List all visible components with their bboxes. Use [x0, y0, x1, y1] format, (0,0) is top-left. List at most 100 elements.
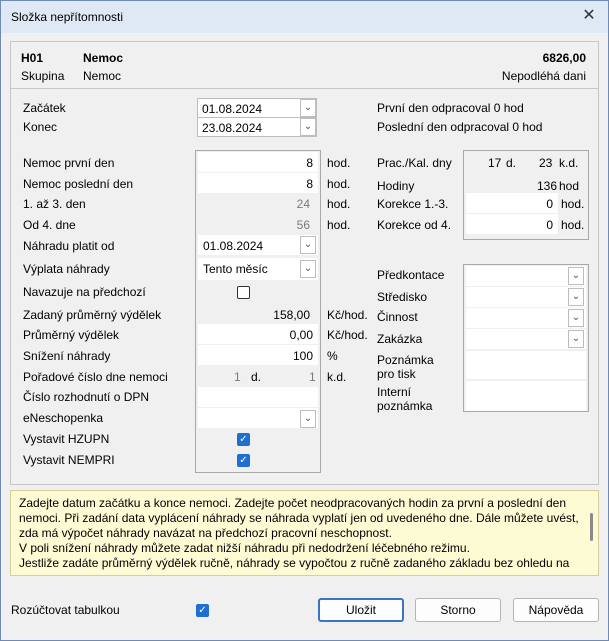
help-line: nemoci. Při zadání data vyplácení náhrad… — [19, 511, 579, 525]
seq-label: Pořadové číslo dne nemoci — [23, 370, 168, 384]
stredisko-label: Středisko — [377, 290, 428, 304]
dialog-window: Složka nepřítomnosti ✕ H01 Nemoc 6826,00… — [0, 0, 609, 641]
reduction-input[interactable]: 100 — [198, 345, 318, 365]
internal-note-input[interactable] — [466, 381, 586, 411]
chevron-down-icon[interactable]: ⌄ — [568, 330, 584, 348]
print-note-input[interactable] — [466, 351, 586, 379]
hzupn-checkbox[interactable]: ✓ — [237, 433, 250, 446]
absence-code: H01 — [21, 51, 44, 65]
corr13-label: Korekce 1.-3. — [377, 197, 449, 211]
group-value: Nemoc — [83, 69, 122, 83]
prac-unit: d. — [506, 156, 517, 170]
avg-label: Průměrný výdělek — [23, 328, 120, 342]
days13-value: 24 — [296, 197, 310, 211]
avg-unit: Kč/hod. — [327, 328, 368, 342]
hours-value: 136 — [537, 179, 558, 193]
hzupn-label: Vystavit HZUPN — [23, 432, 110, 446]
start-label: Začátek — [23, 101, 66, 115]
first-day-label: Nemoc první den — [23, 156, 115, 170]
hours-unit: hod — [559, 179, 580, 193]
dpn-label: Číslo rozhodnutí o DPN — [23, 390, 150, 404]
prac-label: Prac./Kal. dny — [377, 156, 452, 170]
kal-value: 23 — [539, 156, 553, 170]
absence-name: Nemoc — [83, 51, 124, 65]
absence-amount: 6826,00 — [542, 51, 586, 65]
internal-note-label-1: Interní — [377, 385, 412, 399]
kal-unit: k.d. — [559, 156, 579, 170]
help-line: V poli snížení náhrady můžete zadat nižš… — [19, 541, 470, 555]
reduction-unit: % — [327, 349, 338, 363]
help-text-panel: Zadejte datum začátku a konce nemoci. Za… — [10, 490, 599, 576]
main-panel: H01 Nemoc 6826,00 Skupina Nemoc Nepodléh… — [10, 41, 599, 485]
help-line: Jestliže zadáte průměrný výdělek ručně, … — [19, 556, 570, 570]
corr13-input[interactable]: 0 — [466, 193, 558, 213]
end-label: Konec — [23, 120, 58, 134]
avg-entered-label: Zadaný průměrný výdělek — [23, 308, 162, 322]
internal-note-label-2: poznámka — [377, 399, 433, 413]
help-button[interactable]: Nápověda — [513, 598, 599, 622]
continues-checkbox[interactable] — [237, 286, 250, 299]
chevron-down-icon[interactable]: ⌄ — [300, 236, 316, 254]
seq-value-caldays: 1 — [309, 370, 316, 384]
last-day-label: Nemoc poslední den — [23, 177, 134, 191]
last-day-unit: hod. — [327, 177, 351, 191]
corr4-unit: hod. — [561, 218, 585, 232]
hours-label: Hodiny — [377, 179, 415, 193]
header-divider — [11, 88, 598, 89]
last-day-note: Poslední den odpracoval 0 hod — [377, 120, 543, 134]
seq-unit-caldays: k.d. — [327, 370, 347, 384]
first-day-note: První den odpracoval 0 hod — [377, 101, 524, 115]
corr4-input[interactable]: 0 — [466, 214, 558, 234]
nempri-label: Vystavit NEMPRI — [23, 453, 115, 467]
help-line: Zadejte datum začátku a konce nemoci. Za… — [19, 496, 567, 510]
chevron-down-icon[interactable]: ⌄ — [300, 410, 316, 428]
eneschop-label: eNeschopenka — [23, 411, 104, 425]
chevron-down-icon[interactable]: ⌄ — [300, 99, 316, 117]
help-line: zda má výpočet náhrady navázat na předch… — [19, 526, 392, 540]
cinnost-label: Činnost — [377, 310, 418, 324]
cancel-button[interactable]: Storno — [415, 598, 501, 622]
end-date-input[interactable]: 23.08.2024 — [197, 117, 317, 137]
reduction-label: Snížení náhrady — [23, 349, 111, 363]
chevron-down-icon[interactable]: ⌄ — [568, 288, 584, 306]
corr4-label: Korekce od 4. — [377, 218, 452, 232]
group-label: Skupina — [21, 69, 65, 83]
chevron-down-icon[interactable]: ⌄ — [300, 260, 316, 278]
window-title: Složka nepřítomnosti — [11, 10, 124, 24]
avg-entered-value: 158,00 — [273, 308, 310, 322]
zakazka-label: Zakázka — [377, 332, 423, 346]
last-day-input[interactable]: 8 — [198, 173, 318, 193]
dpn-input[interactable] — [198, 387, 318, 407]
print-note-label-2: pro tisk — [377, 367, 416, 381]
payout-label: Výplata náhrady — [23, 262, 110, 276]
rozuctovat-label: Rozúčtovat tabulkou — [11, 603, 120, 617]
first-day-unit: hod. — [327, 156, 351, 170]
continues-label: Navazuje na předchozí — [23, 285, 146, 299]
nempri-checkbox[interactable]: ✓ — [237, 454, 250, 467]
title-bar: Složka nepřítomnosti ✕ — [1, 1, 608, 33]
days13-label: 1. až 3. den — [23, 197, 86, 211]
days4-label: Od 4. dne — [23, 218, 76, 232]
avg-input[interactable]: 0,00 — [198, 324, 318, 344]
prac-value: 17 — [488, 156, 502, 170]
days4-unit: hod. — [327, 218, 351, 232]
chevron-down-icon[interactable]: ⌄ — [300, 118, 316, 136]
tax-note: Nepodléhá dani — [501, 69, 586, 83]
pay-from-label: Náhradu platit od — [23, 239, 115, 253]
chevron-down-icon[interactable]: ⌄ — [568, 267, 584, 285]
save-button[interactable]: Uložit — [318, 598, 404, 622]
help-scrollbar[interactable] — [590, 513, 593, 541]
avg-entered-unit: Kč/hod. — [327, 308, 368, 322]
days4-value: 56 — [296, 218, 310, 232]
predkontace-label: Předkontace — [377, 268, 445, 282]
close-icon[interactable]: ✕ — [578, 5, 600, 27]
days13-unit: hod. — [327, 197, 351, 211]
rozuctovat-checkbox[interactable]: ✓ — [196, 604, 209, 617]
print-note-label-1: Poznámka — [377, 353, 434, 367]
start-date-input[interactable]: 01.08.2024 — [197, 98, 317, 118]
corr13-unit: hod. — [561, 197, 585, 211]
seq-value-days: 1 — [234, 370, 241, 384]
chevron-down-icon[interactable]: ⌄ — [568, 309, 584, 327]
first-day-input[interactable]: 8 — [198, 152, 318, 172]
seq-unit-days: d. — [251, 370, 262, 384]
